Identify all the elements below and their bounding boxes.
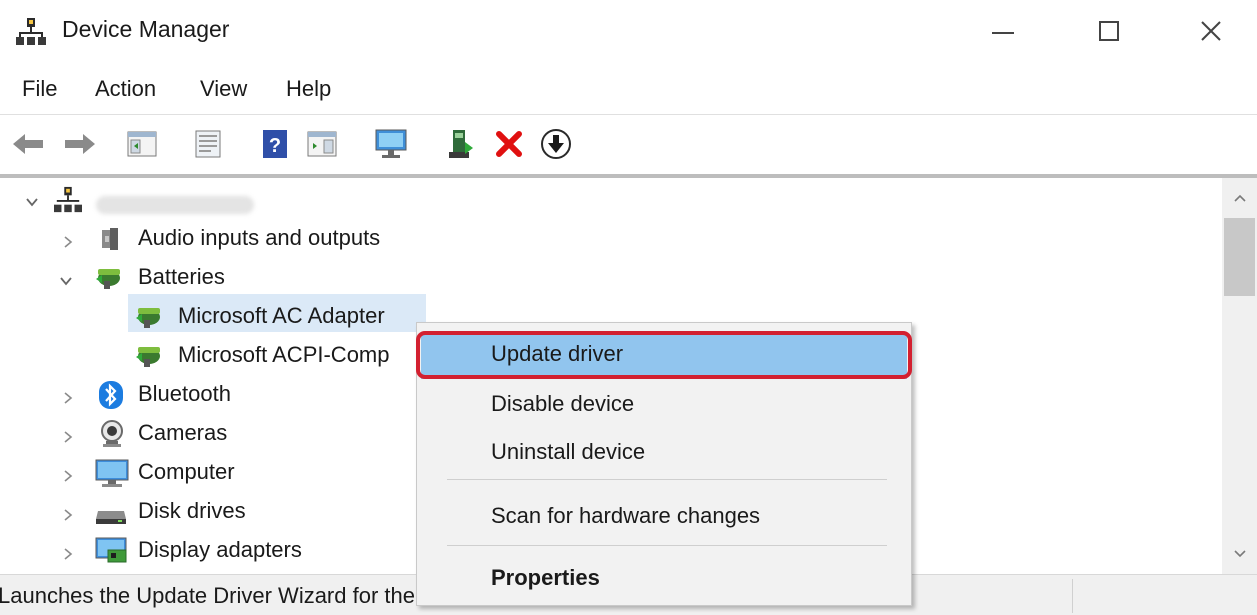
tree-item-label: Computer [138,459,235,484]
forward-arrow-icon[interactable] [62,128,98,160]
tree-item-label: Disk drives [138,498,246,523]
disk-drive-icon [94,497,130,525]
title-bar: Device Manager [0,0,1257,62]
show-action-pane-icon[interactable] [304,128,340,160]
tree-item-label: Batteries [138,264,225,289]
menu-item-label: Scan for hardware changes [491,503,761,528]
vertical-scrollbar[interactable] [1222,178,1257,574]
tree-item-label: Display adapters [138,537,302,562]
scroll-thumb[interactable] [1224,218,1255,296]
menu-item-disable-device[interactable]: Disable device [417,381,911,427]
menu-item-label: Properties [491,565,600,590]
tree-item-label: Microsoft AC Adapter [178,303,385,328]
scroll-up-button[interactable] [1222,180,1257,216]
chevron-down-icon[interactable] [24,194,40,210]
chevron-right-icon[interactable] [60,429,76,445]
battery-icon [134,302,162,330]
status-divider [1072,579,1073,613]
update-driver-icon[interactable] [446,128,476,160]
window-title: Device Manager [62,16,230,42]
menu-item-label: Disable device [491,391,635,416]
properties-icon[interactable] [190,128,226,160]
chevron-down-icon[interactable] [58,273,74,289]
menu-item-uninstall-device[interactable]: Uninstall device [417,429,911,475]
display-adapter-icon [94,536,130,564]
tree-item-label: Cameras [138,420,228,445]
uninstall-device-icon[interactable] [494,128,524,160]
menu-help[interactable]: Help [286,76,331,102]
chevron-right-icon[interactable] [60,390,76,406]
chevron-down-icon [1233,550,1246,558]
toolbar: ? [0,116,1257,172]
bluetooth-icon [98,380,126,409]
battery-icon [94,263,122,291]
close-icon [1201,21,1221,41]
show-hide-console-tree-icon[interactable] [124,128,160,160]
tree-root[interactable] [0,180,700,218]
tree-item-label: Microsoft ACPI-Comp [178,342,390,367]
tree-item-audio[interactable]: Audio inputs and outputs [0,220,700,258]
minimize-icon [992,32,1014,34]
svg-text:?: ? [269,135,281,157]
tree-item-label: Bluetooth [138,381,231,406]
annotation-highlight-box [416,331,912,379]
menu-divider [0,114,1257,115]
chevron-up-icon [1233,194,1246,202]
device-manager-icon [16,18,46,46]
tree-item-batteries[interactable]: Batteries [0,259,700,297]
menu-separator [447,545,887,546]
computer-root-icon [54,186,82,214]
battery-icon [134,341,162,369]
maximize-button[interactable] [1064,8,1154,54]
speaker-icon [96,224,124,252]
close-button[interactable] [1166,8,1256,54]
menu-view[interactable]: View [200,76,247,102]
disable-device-icon[interactable] [538,128,574,160]
maximize-icon [1099,21,1119,41]
back-arrow-icon[interactable] [10,128,46,160]
computer-name-blurred [96,196,254,214]
monitor-icon [94,458,130,487]
menu-item-properties[interactable]: Properties [417,555,911,601]
menu-separator [447,479,887,480]
chevron-right-icon[interactable] [60,234,76,250]
scroll-down-button[interactable] [1222,536,1257,572]
chevron-right-icon[interactable] [60,468,76,484]
menu-file[interactable]: File [22,76,57,102]
menu-action[interactable]: Action [95,76,156,102]
scan-hardware-icon[interactable] [372,128,410,160]
menu-bar: File Action View Help [0,66,1257,112]
chevron-right-icon[interactable] [60,546,76,562]
tree-item-label: Audio inputs and outputs [138,225,381,250]
menu-item-label: Uninstall device [491,439,646,464]
help-icon[interactable]: ? [260,128,290,160]
minimize-button[interactable] [958,8,1048,54]
camera-icon [98,419,126,447]
chevron-right-icon[interactable] [60,507,76,523]
menu-item-scan-hardware[interactable]: Scan for hardware changes [417,493,911,539]
